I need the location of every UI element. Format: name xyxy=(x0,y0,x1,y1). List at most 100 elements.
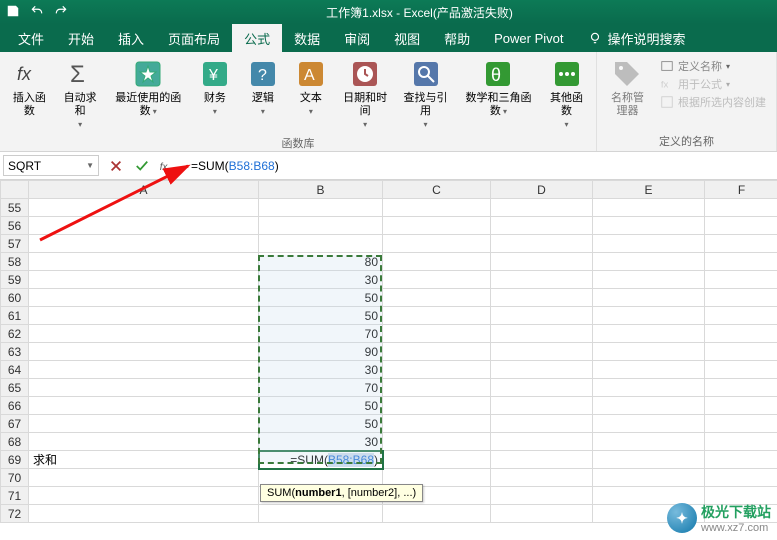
enter-button[interactable] xyxy=(129,155,155,177)
cell-A65[interactable] xyxy=(29,379,259,397)
col-header-F[interactable]: F xyxy=(705,181,777,199)
cell-D61[interactable] xyxy=(491,307,593,325)
cell-F62[interactable] xyxy=(705,325,777,343)
cell-E58[interactable] xyxy=(593,253,705,271)
cell-E59[interactable] xyxy=(593,271,705,289)
row-header-72[interactable]: 72 xyxy=(1,505,29,523)
col-header-E[interactable]: E xyxy=(593,181,705,199)
cell-D58[interactable] xyxy=(491,253,593,271)
cell-E67[interactable] xyxy=(593,415,705,433)
tab-home[interactable]: 开始 xyxy=(56,24,106,52)
cell-B64[interactable]: 30 xyxy=(259,361,383,379)
cell-B62[interactable]: 70 xyxy=(259,325,383,343)
row-header-67[interactable]: 67 xyxy=(1,415,29,433)
cell-B72[interactable] xyxy=(259,505,383,523)
cell-A56[interactable] xyxy=(29,217,259,235)
more-functions-button[interactable]: 其他函数▾ xyxy=(543,56,590,133)
cell-A64[interactable] xyxy=(29,361,259,379)
cell-E65[interactable] xyxy=(593,379,705,397)
cell-B55[interactable] xyxy=(259,199,383,217)
row-header-65[interactable]: 65 xyxy=(1,379,29,397)
cell-D67[interactable] xyxy=(491,415,593,433)
cell-A66[interactable] xyxy=(29,397,259,415)
row-header-61[interactable]: 61 xyxy=(1,307,29,325)
cell-B60[interactable]: 50 xyxy=(259,289,383,307)
row-header-69[interactable]: 69 xyxy=(1,451,29,469)
cell-B68[interactable]: 30 xyxy=(259,433,383,451)
use-in-formula-button[interactable]: fx用于公式 ▾ xyxy=(660,76,766,92)
cell-E62[interactable] xyxy=(593,325,705,343)
tab-data[interactable]: 数据 xyxy=(282,24,332,52)
tab-layout[interactable]: 页面布局 xyxy=(156,24,232,52)
cell-A61[interactable] xyxy=(29,307,259,325)
cell-F68[interactable] xyxy=(705,433,777,451)
datetime-button[interactable]: 日期和时间▾ xyxy=(337,56,393,133)
fx-button[interactable]: fx xyxy=(155,155,181,177)
spreadsheet-grid[interactable]: A B C D E F 5556575880593060506150627063… xyxy=(0,180,777,523)
row-header-60[interactable]: 60 xyxy=(1,289,29,307)
cell-D56[interactable] xyxy=(491,217,593,235)
row-header-71[interactable]: 71 xyxy=(1,487,29,505)
cell-B56[interactable] xyxy=(259,217,383,235)
cell-B59[interactable]: 30 xyxy=(259,271,383,289)
cell-C67[interactable] xyxy=(383,415,491,433)
tab-powerpivot[interactable]: Power Pivot xyxy=(482,24,575,52)
tab-review[interactable]: 审阅 xyxy=(332,24,382,52)
cell-D69[interactable] xyxy=(491,451,593,469)
cell-A68[interactable] xyxy=(29,433,259,451)
insert-function-button[interactable]: fx 插入函数 xyxy=(6,56,53,133)
cell-A71[interactable] xyxy=(29,487,259,505)
tab-file[interactable]: 文件 xyxy=(6,24,56,52)
cell-C60[interactable] xyxy=(383,289,491,307)
col-header-D[interactable]: D xyxy=(491,181,593,199)
cell-A72[interactable] xyxy=(29,505,259,523)
cell-D62[interactable] xyxy=(491,325,593,343)
cell-A62[interactable] xyxy=(29,325,259,343)
cell-F67[interactable] xyxy=(705,415,777,433)
cell-E66[interactable] xyxy=(593,397,705,415)
cell-C63[interactable] xyxy=(383,343,491,361)
tab-formulas[interactable]: 公式 xyxy=(232,24,282,52)
cell-D66[interactable] xyxy=(491,397,593,415)
cell-E64[interactable] xyxy=(593,361,705,379)
row-header-63[interactable]: 63 xyxy=(1,343,29,361)
cell-C66[interactable] xyxy=(383,397,491,415)
tab-help[interactable]: 帮助 xyxy=(432,24,482,52)
cell-E70[interactable] xyxy=(593,469,705,487)
tab-insert[interactable]: 插入 xyxy=(106,24,156,52)
recent-functions-button[interactable]: 最近使用的函数 ▾ xyxy=(108,56,189,133)
cell-E63[interactable] xyxy=(593,343,705,361)
cell-D68[interactable] xyxy=(491,433,593,451)
cell-A69[interactable]: 求和 xyxy=(29,451,259,469)
cell-F69[interactable] xyxy=(705,451,777,469)
undo-icon[interactable] xyxy=(30,4,44,21)
name-box[interactable]: SQRT ▼ xyxy=(3,155,99,176)
cell-F66[interactable] xyxy=(705,397,777,415)
redo-icon[interactable] xyxy=(54,4,68,21)
col-header-C[interactable]: C xyxy=(383,181,491,199)
cell-F58[interactable] xyxy=(705,253,777,271)
cell-C56[interactable] xyxy=(383,217,491,235)
cell-F61[interactable] xyxy=(705,307,777,325)
formula-input[interactable]: =SUM(B58:B68) xyxy=(185,152,777,179)
cell-C68[interactable] xyxy=(383,433,491,451)
cell-D63[interactable] xyxy=(491,343,593,361)
cell-F56[interactable] xyxy=(705,217,777,235)
cell-B66[interactable]: 50 xyxy=(259,397,383,415)
row-header-56[interactable]: 56 xyxy=(1,217,29,235)
cell-D55[interactable] xyxy=(491,199,593,217)
col-header-A[interactable]: A xyxy=(29,181,259,199)
cell-F59[interactable] xyxy=(705,271,777,289)
cell-E55[interactable] xyxy=(593,199,705,217)
row-header-68[interactable]: 68 xyxy=(1,433,29,451)
row-header-64[interactable]: 64 xyxy=(1,361,29,379)
row-header-66[interactable]: 66 xyxy=(1,397,29,415)
cell-F63[interactable] xyxy=(705,343,777,361)
autosum-button[interactable]: Σ 自动求和▾ xyxy=(57,56,104,133)
cell-D57[interactable] xyxy=(491,235,593,253)
cell-A55[interactable] xyxy=(29,199,259,217)
cell-E60[interactable] xyxy=(593,289,705,307)
cell-E57[interactable] xyxy=(593,235,705,253)
row-header-62[interactable]: 62 xyxy=(1,325,29,343)
cell-B69[interactable]: =SUM(B58:B68) xyxy=(259,451,383,469)
